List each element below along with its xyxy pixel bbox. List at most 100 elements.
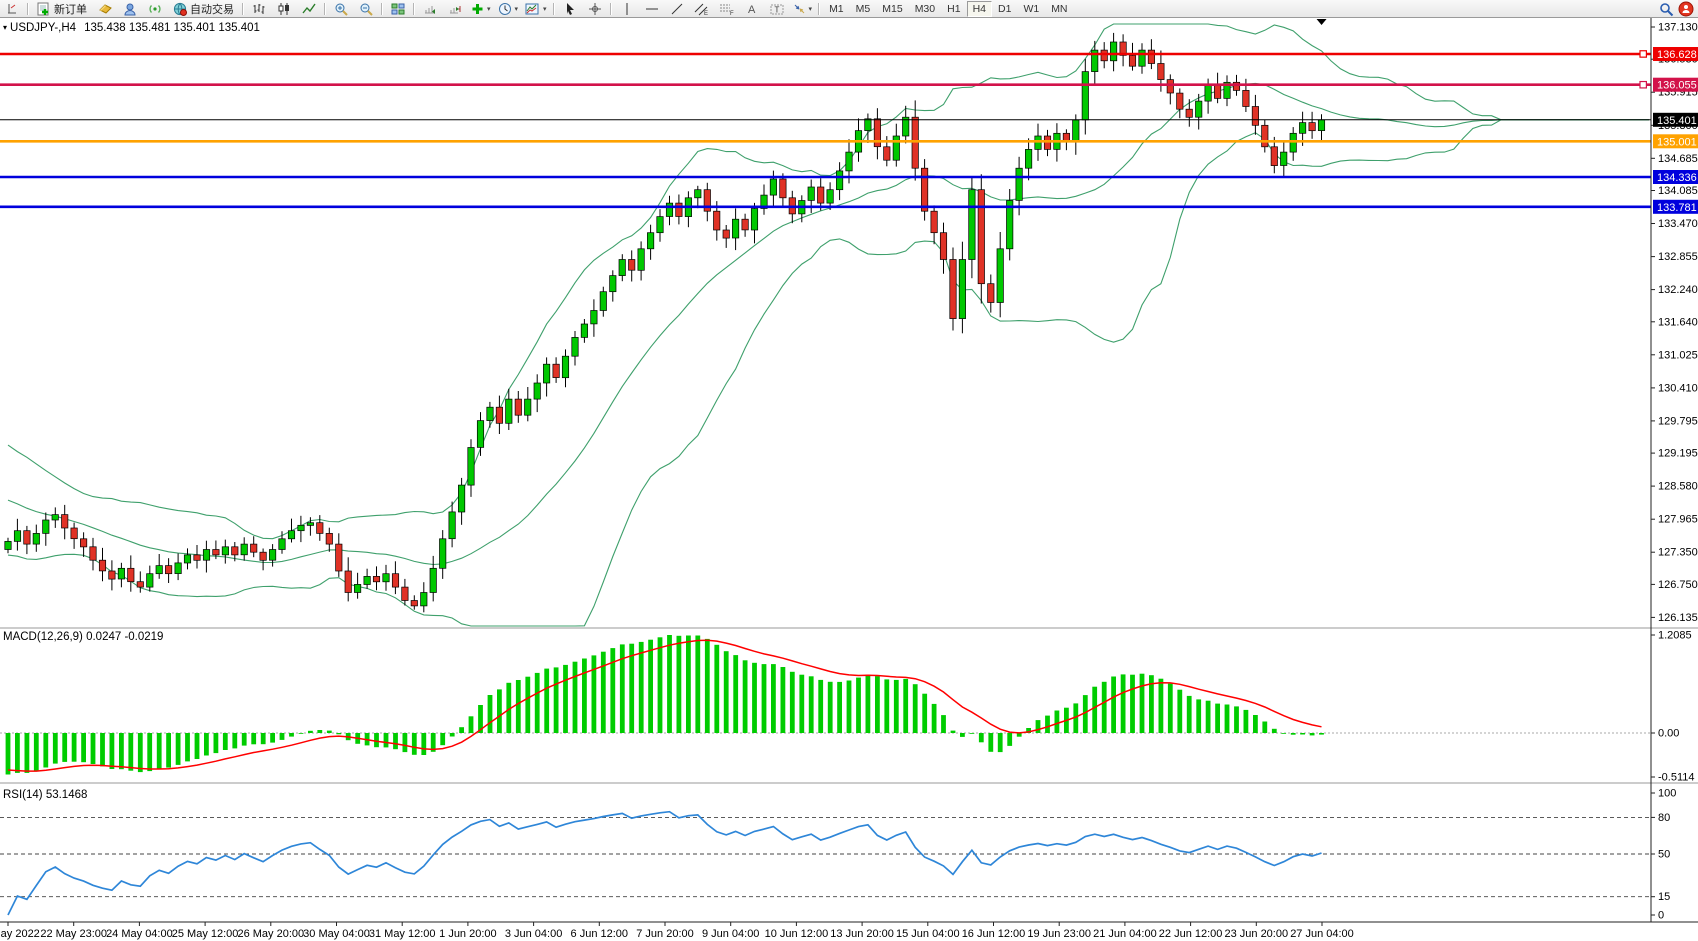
svg-text:129.195: 129.195 xyxy=(1658,448,1698,460)
search-icon[interactable] xyxy=(1659,2,1674,17)
svg-text:134.685: 134.685 xyxy=(1658,153,1698,165)
svg-text:27 Jun 04:00: 27 Jun 04:00 xyxy=(1290,928,1354,940)
zoom-in-icon xyxy=(334,2,348,16)
zoom-in-button[interactable] xyxy=(329,0,353,17)
svg-text:132.240: 132.240 xyxy=(1658,284,1698,296)
crosshair-button[interactable] xyxy=(583,0,607,17)
periods-button[interactable]: ▾ xyxy=(495,0,522,17)
auto-scroll-button[interactable] xyxy=(418,0,442,17)
svg-text:1 Jun 20:00: 1 Jun 20:00 xyxy=(439,928,497,940)
chart-fragment-icon xyxy=(7,2,17,15)
zoom-out-button[interactable] xyxy=(354,0,378,17)
separator xyxy=(324,3,326,15)
new-order-button[interactable]: 新订单 xyxy=(32,0,92,17)
tf-button-D1[interactable]: D1 xyxy=(992,1,1017,17)
indicators-button[interactable]: ▾ xyxy=(468,0,494,17)
svg-text:6 Jun 12:00: 6 Jun 12:00 xyxy=(571,928,629,940)
svg-text:10 Jun 12:00: 10 Jun 12:00 xyxy=(765,928,829,940)
svg-text:136.055: 136.055 xyxy=(1657,80,1697,92)
chart-shift-marker-icon[interactable] xyxy=(1317,19,1327,25)
cursor-button[interactable] xyxy=(558,0,582,17)
svg-text:26 May 20:00: 26 May 20:00 xyxy=(237,928,304,940)
community-icon[interactable] xyxy=(1678,1,1694,17)
arrows-button[interactable]: ▾ xyxy=(790,0,816,17)
pane-divider[interactable] xyxy=(0,783,1698,784)
candlestick-icon xyxy=(277,2,291,16)
chart-shift-icon xyxy=(448,2,462,16)
svg-text:128.580: 128.580 xyxy=(1658,481,1698,493)
tf-button-MN[interactable]: MN xyxy=(1045,1,1073,17)
separator xyxy=(553,3,555,15)
svg-text:30 May 04:00: 30 May 04:00 xyxy=(303,928,370,940)
chart-canvas[interactable]: 137.130136.530135.915135.300134.685134.0… xyxy=(0,18,1698,941)
price-badge-134.336: 134.336 xyxy=(1653,170,1698,184)
equidistant-channel-button[interactable]: E xyxy=(690,0,714,17)
svg-text:135.401: 135.401 xyxy=(1657,115,1697,127)
svg-text:132.855: 132.855 xyxy=(1658,251,1698,263)
svg-text:127.965: 127.965 xyxy=(1658,514,1698,526)
tf-button-M1[interactable]: M1 xyxy=(823,1,850,17)
separator xyxy=(818,3,820,15)
autotrading-icon xyxy=(173,2,188,16)
autotrading-button[interactable]: 自动交易 xyxy=(168,0,239,17)
text-icon: A xyxy=(746,2,758,16)
tf-button-M5[interactable]: M5 xyxy=(850,1,877,17)
line-chart-button[interactable] xyxy=(297,0,321,17)
svg-text:137.130: 137.130 xyxy=(1658,22,1698,34)
timeframe-group: M1M5M15M30H1H4D1W1MN xyxy=(823,1,1073,17)
tf-button-M15[interactable]: M15 xyxy=(876,1,908,17)
horizontal-line-icon xyxy=(645,2,659,16)
vertical-line-icon xyxy=(622,2,632,16)
horizontal-line-button[interactable] xyxy=(640,0,664,17)
templates-button[interactable]: ▾ xyxy=(522,0,550,17)
data-window-icon xyxy=(123,2,138,16)
svg-text:23 Jun 20:00: 23 Jun 20:00 xyxy=(1224,928,1288,940)
trendline-icon xyxy=(670,2,684,16)
price-badge-133.781: 133.781 xyxy=(1653,200,1698,214)
tf-button-H4[interactable]: H4 xyxy=(967,1,992,17)
svg-text:3 Jun 04:00: 3 Jun 04:00 xyxy=(505,928,563,940)
hline-136.628[interactable] xyxy=(0,51,1651,57)
text-button[interactable]: A xyxy=(740,0,764,17)
line-chart-icon xyxy=(302,2,316,16)
svg-text:100: 100 xyxy=(1658,788,1676,800)
pane-divider[interactable] xyxy=(0,628,1698,629)
chart-svg[interactable]: 137.130136.530135.915135.300134.685134.0… xyxy=(0,18,1698,941)
bollinger-middle-line xyxy=(8,83,1649,564)
chart-shift-button[interactable] xyxy=(443,0,467,17)
hline-136.055[interactable] xyxy=(0,82,1651,88)
text-label-button[interactable]: T xyxy=(765,0,789,17)
svg-text:19 Jun 23:00: 19 Jun 23:00 xyxy=(1027,928,1091,940)
svg-text:126.750: 126.750 xyxy=(1658,579,1698,591)
tf-button-H1[interactable]: H1 xyxy=(941,1,966,17)
svg-text:13 Jun 20:00: 13 Jun 20:00 xyxy=(830,928,894,940)
tf-button-M30[interactable]: M30 xyxy=(909,1,941,17)
svg-text:24 May 04:00: 24 May 04:00 xyxy=(106,928,173,940)
svg-text:16 Jun 12:00: 16 Jun 12:00 xyxy=(962,928,1026,940)
tile-windows-button[interactable] xyxy=(386,0,410,17)
trendline-button[interactable] xyxy=(665,0,689,17)
svg-text:134.085: 134.085 xyxy=(1658,185,1698,197)
price-badge-136.628: 136.628 xyxy=(1653,47,1698,61)
autotrading-label: 自动交易 xyxy=(190,1,234,17)
vertical-line-button[interactable] xyxy=(615,0,639,17)
data-window-button[interactable] xyxy=(118,0,142,17)
market-watch-button[interactable] xyxy=(93,0,117,17)
separator xyxy=(381,3,383,15)
candlestick-chart-button[interactable] xyxy=(272,0,296,17)
crosshair-icon xyxy=(588,2,602,16)
svg-text:F: F xyxy=(730,11,734,16)
clipped-chart-icon[interactable] xyxy=(0,0,24,17)
chart-window[interactable]: 137.130136.530135.915135.300134.685134.0… xyxy=(0,18,1698,941)
fibonacci-button[interactable]: F xyxy=(715,0,739,17)
price-axis[interactable]: 137.130136.530135.915135.300134.685134.0… xyxy=(1651,18,1698,922)
new-order-label: 新订单 xyxy=(54,1,87,17)
price-badge-136.055: 136.055 xyxy=(1653,78,1698,92)
bar-chart-button[interactable] xyxy=(247,0,271,17)
separator xyxy=(610,3,612,15)
svg-text:136.628: 136.628 xyxy=(1657,49,1697,61)
time-axis[interactable]: 19 May 202222 May 23:0024 May 04:0025 Ma… xyxy=(0,922,1698,940)
tf-button-W1[interactable]: W1 xyxy=(1017,1,1045,17)
separator xyxy=(413,3,415,15)
signals-button[interactable] xyxy=(143,0,167,17)
